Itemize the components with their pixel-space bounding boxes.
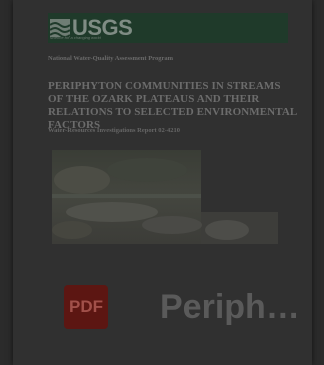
file-name: Periphyton bbox=[160, 288, 300, 326]
usgs-banner: USGS science for a changing world bbox=[48, 13, 288, 43]
document-title: PERIPHYTON COMMUNITIES IN STREAMS OF THE… bbox=[48, 80, 297, 131]
usgs-tagline: science for a changing world bbox=[50, 35, 101, 40]
pdf-preview-viewer: USGS science for a changing world Nation… bbox=[0, 0, 324, 365]
pdf-badge-label: PDF bbox=[69, 297, 103, 316]
document-page: USGS science for a changing world Nation… bbox=[13, 0, 312, 365]
program-name: National Water-Quality Assessment Progra… bbox=[48, 55, 173, 62]
cover-photo bbox=[52, 150, 278, 244]
pdf-file-icon: PDF bbox=[64, 285, 108, 329]
report-number: Water-Resources Investigations Report 02… bbox=[48, 127, 180, 134]
